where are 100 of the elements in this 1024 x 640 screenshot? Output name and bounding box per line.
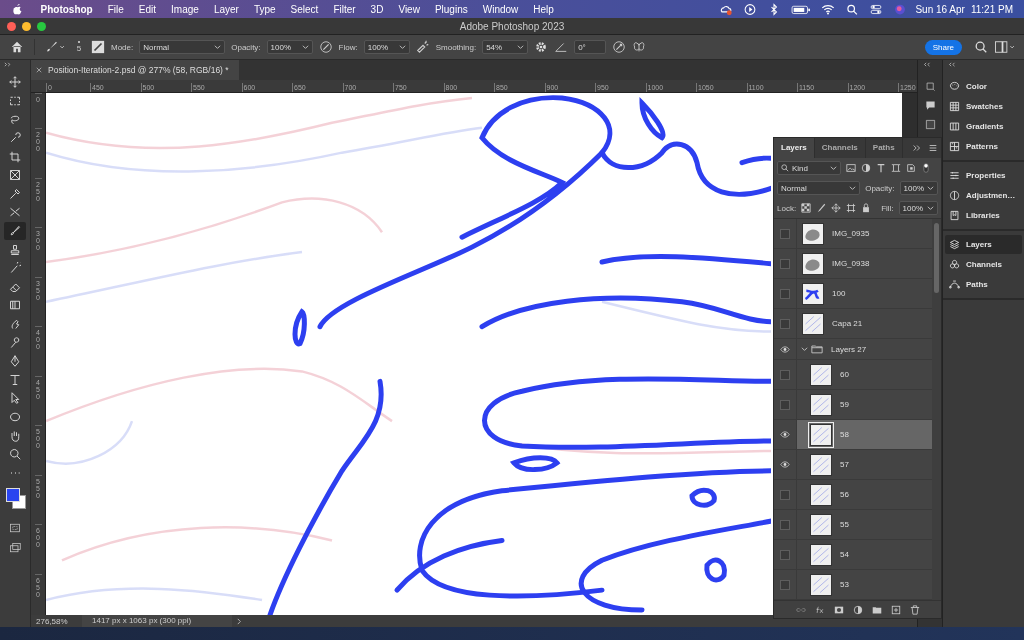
adjustment-icon[interactable]	[852, 604, 863, 615]
angle-icon[interactable]	[554, 40, 569, 54]
layer-row[interactable]: IMG_0938	[774, 249, 932, 279]
expand-icon[interactable]	[912, 144, 922, 152]
pressure-icon[interactable]	[318, 40, 333, 54]
document-tab[interactable]: Position-Iteration-2.psd @ 277% (58, RGB/16) *	[31, 60, 239, 80]
menu-date[interactable]: Sun 16 Apr	[912, 3, 968, 15]
scrollbar[interactable]	[932, 219, 941, 600]
foreground-color-swatch[interactable]	[6, 488, 20, 503]
lock-icon[interactable]	[861, 203, 872, 213]
search-icon[interactable]	[974, 40, 988, 54]
menu-time[interactable]: 11:21 PM	[967, 3, 1016, 15]
maximize-icon[interactable]	[37, 21, 46, 31]
mask-icon[interactable]	[833, 604, 844, 615]
home-icon[interactable]	[10, 40, 24, 54]
eye-icon[interactable]	[780, 461, 790, 468]
collapse-icon[interactable]	[947, 62, 957, 67]
menu-item[interactable]: Plugins	[427, 3, 476, 15]
menu-item[interactable]: Image	[163, 3, 207, 15]
panel-item[interactable]: Gradients	[945, 117, 1022, 136]
collapse-icon[interactable]	[4, 62, 14, 67]
minimize-icon[interactable]	[22, 21, 31, 31]
tool-button[interactable]	[4, 221, 26, 241]
adjustment-filter-icon[interactable]	[861, 163, 871, 173]
opacity-field[interactable]: 100%	[899, 181, 938, 195]
smoothing-field[interactable]: 54%	[482, 40, 529, 54]
filter-toggle-icon[interactable]	[921, 163, 931, 173]
panel-tab[interactable]: Paths	[865, 138, 903, 158]
settings-icon[interactable]	[534, 40, 549, 54]
eye-icon[interactable]	[780, 431, 790, 438]
chevron-right-icon[interactable]	[236, 617, 243, 625]
panel-item[interactable]: Color	[945, 77, 1022, 96]
adjust-icon[interactable]	[924, 119, 936, 130]
app-menu[interactable]: Photoshop	[33, 3, 101, 15]
search-icon[interactable]	[845, 2, 860, 16]
panel-item[interactable]: Layers	[945, 235, 1022, 254]
pressure-size-icon[interactable]	[612, 40, 627, 54]
brush-icon[interactable]	[816, 203, 827, 213]
effects-icon[interactable]	[814, 604, 825, 615]
menu-item[interactable]: 3D	[363, 3, 391, 15]
panel-item[interactable]: Libraries	[945, 206, 1022, 225]
screen-mode-icon[interactable]	[9, 542, 21, 555]
layer-row[interactable]: 58	[774, 420, 932, 450]
new-layer-icon[interactable]	[890, 604, 901, 615]
layer-row[interactable]: IMG_0935	[774, 219, 932, 249]
menu-item[interactable]: Type	[246, 3, 284, 15]
share-button[interactable]: Share	[924, 39, 962, 55]
quick-mask-icon[interactable]	[9, 522, 21, 535]
panel-item[interactable]: Swatches	[945, 97, 1022, 116]
panel-item[interactable]: Properties	[945, 166, 1022, 185]
menu-icon[interactable]	[928, 144, 938, 152]
play-icon[interactable]	[743, 2, 758, 16]
flow-field[interactable]: 100%	[363, 40, 410, 54]
angle-field[interactable]: 0°	[574, 40, 607, 54]
comment-icon[interactable]	[924, 100, 936, 111]
brush-settings-icon[interactable]	[91, 40, 105, 54]
opacity-field[interactable]: 100%	[266, 40, 313, 54]
panel-item[interactable]: Paths	[945, 275, 1022, 294]
layer-row[interactable]: 57	[774, 450, 932, 480]
shape-filter-icon[interactable]	[891, 163, 901, 173]
move-icon[interactable]	[831, 203, 842, 213]
smart-object-filter-icon[interactable]	[906, 163, 916, 173]
collapse-icon[interactable]	[922, 62, 932, 67]
checker-icon[interactable]	[801, 203, 812, 213]
menu-item[interactable]: Select	[283, 3, 326, 15]
trash-icon[interactable]	[909, 604, 920, 615]
menu-item[interactable]: Layer	[206, 3, 247, 15]
filter-dropdown[interactable]: Kind	[777, 161, 841, 175]
apple-icon[interactable]	[12, 2, 23, 16]
layer-row[interactable]: 54	[774, 540, 932, 570]
type-filter-icon[interactable]	[876, 163, 886, 173]
panel-item[interactable]: Adjustmen…	[945, 186, 1022, 205]
layer-group-row[interactable]: Layers 27	[774, 339, 932, 360]
artboard-icon[interactable]	[846, 203, 857, 213]
close-icon[interactable]	[7, 21, 16, 31]
menu-item[interactable]: Edit	[131, 3, 164, 15]
eye-icon[interactable]	[780, 345, 790, 353]
menu-item[interactable]: View	[390, 3, 428, 15]
wifi-icon[interactable]	[821, 2, 836, 16]
toggles-icon[interactable]	[869, 2, 884, 16]
image-filter-icon[interactable]	[846, 163, 856, 173]
fill-field[interactable]: 100%	[898, 201, 938, 215]
layer-row[interactable]: 100	[774, 279, 932, 309]
menu-item[interactable]: Help	[525, 3, 562, 15]
layer-row[interactable]: 60	[774, 360, 932, 390]
panel-tab[interactable]: Channels	[814, 138, 866, 158]
mode-dropdown[interactable]: Normal	[139, 40, 226, 54]
brush-preset-icon[interactable]	[45, 40, 67, 54]
history-icon[interactable]	[924, 81, 936, 92]
butterfly-icon[interactable]	[632, 40, 647, 54]
blend-mode-dropdown[interactable]: Normal	[777, 181, 861, 195]
disclosure-icon[interactable]	[801, 345, 808, 353]
layer-row[interactable]: 56	[774, 480, 932, 510]
panel-item[interactable]: Patterns	[945, 137, 1022, 156]
brush-size[interactable]: 5	[73, 41, 85, 53]
panel-item[interactable]: Channels	[945, 255, 1022, 274]
panel-tab[interactable]: Layers	[774, 138, 815, 158]
close-icon[interactable]	[36, 67, 42, 73]
airbrush-icon[interactable]	[415, 40, 430, 54]
menu-item[interactable]: Filter	[325, 3, 364, 15]
